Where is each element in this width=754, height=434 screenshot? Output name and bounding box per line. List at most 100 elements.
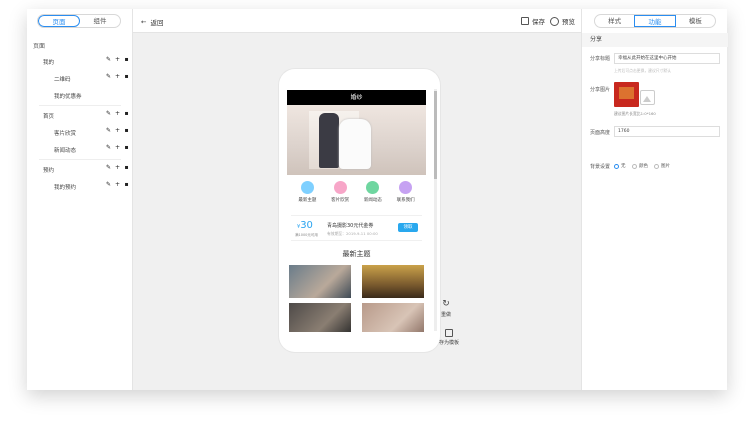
coupon-condition: 满1000元可用 [295, 233, 318, 237]
category-gallery[interactable]: 客片欣赏 [331, 181, 349, 213]
category-label: 新闻动态 [363, 198, 382, 203]
add-icon[interactable]: + [115, 111, 120, 117]
phone-scrollbar[interactable] [434, 89, 437, 331]
save-template-label: 存为模板 [439, 340, 460, 346]
category-label: 客片欣赏 [331, 198, 350, 203]
edit-icon[interactable]: ✎ [106, 128, 111, 134]
add-icon[interactable]: + [115, 74, 120, 80]
latest-grid [287, 259, 426, 332]
tree-item-label: 我的 [43, 60, 55, 66]
delete-icon[interactable]: ▪ [124, 145, 129, 151]
category-news[interactable]: 新闻动态 [364, 181, 382, 213]
category-latest[interactable]: 最新主题 [298, 181, 316, 213]
phone-preview: 婚纱 最新主题 客片欣赏 新闻动态 联系我们 ¥30 满1000元可用 青岛摄影… [279, 69, 440, 352]
category-label: 联系我们 [396, 198, 415, 203]
coupon-amount: ¥30 [297, 220, 313, 231]
delete-icon[interactable]: ▪ [124, 74, 129, 80]
image-placeholder-icon[interactable] [640, 90, 655, 105]
category-contact[interactable]: 联系我们 [397, 181, 415, 213]
delete-icon[interactable]: ▪ [124, 128, 129, 134]
share-image-label: 分享图片 [590, 87, 611, 93]
radio-icon [654, 163, 659, 169]
edit-icon[interactable]: ✎ [106, 165, 111, 171]
add-icon[interactable]: + [115, 128, 120, 134]
save-button[interactable]: 保存 [521, 16, 545, 26]
add-icon[interactable]: + [115, 145, 120, 151]
radio-icon [632, 163, 637, 169]
app-window: 页面 组件 页面 我的 ✎ + ▪ 二维码 ✎ + ▪ 我的优惠券 首页 ✎ + ▪ 客片欣… [27, 9, 728, 390]
add-icon[interactable]: + [115, 182, 120, 188]
theme-thumbnail[interactable] [289, 265, 351, 298]
template-icon [445, 329, 453, 337]
reset-button[interactable]: ↻ 重做 [441, 299, 451, 318]
delete-icon[interactable]: ▪ [124, 57, 129, 63]
back-label: 返回 [150, 19, 164, 27]
tree-item-home[interactable]: 首页 ✎ + ▪ [27, 107, 133, 124]
right-panel: 样式 功能 模板 分享 分享标题 幸福从此开始在这里中心开始 上传后可点击更换，… [581, 9, 728, 390]
bg-option-color[interactable]: 颜色 [632, 163, 648, 169]
tree-item-qrcode[interactable]: 二维码 ✎ + ▪ [27, 70, 133, 87]
tree-item-mine[interactable]: 我的 ✎ + ▪ [27, 53, 133, 70]
tab-style[interactable]: 样式 [595, 15, 634, 27]
edit-icon[interactable]: ✎ [106, 182, 111, 188]
tab-function[interactable]: 功能 [634, 15, 676, 27]
bg-option-image[interactable]: 图片 [654, 163, 670, 169]
tree-item-my-booking[interactable]: 我的预约 ✎ + ▪ [27, 178, 133, 195]
claim-coupon-button[interactable]: 领取 [398, 223, 418, 232]
refresh-icon: ↻ [442, 299, 450, 309]
left-panel: 页面 组件 页面 我的 ✎ + ▪ 二维码 ✎ + ▪ 我的优惠券 首页 ✎ + ▪ 客片欣… [27, 9, 133, 390]
edit-icon[interactable]: ✎ [106, 111, 111, 117]
tree-item-news[interactable]: 新闻动态 ✎ + ▪ [27, 141, 133, 158]
edit-icon[interactable]: ✎ [106, 74, 111, 80]
category-nav: 最新主题 客片欣赏 新闻动态 联系我们 [287, 175, 426, 213]
share-image-thumbnail[interactable] [614, 82, 639, 107]
theme-thumbnail[interactable] [362, 265, 424, 298]
delete-icon[interactable]: ▪ [124, 111, 129, 117]
bg-option-label: 图片 [661, 164, 670, 169]
scroll-thumb[interactable] [434, 91, 437, 179]
share-title-label: 分享标题 [590, 56, 611, 62]
tree-item-gallery[interactable]: 客片欣赏 ✎ + ▪ [27, 124, 133, 141]
tree-item-label: 客片欣赏 [54, 131, 77, 137]
tree-item-my-coupons[interactable]: 我的优惠券 [27, 87, 133, 104]
add-icon[interactable]: + [115, 165, 120, 171]
bg-option-none[interactable]: 无 [614, 163, 626, 169]
gear-icon [550, 16, 559, 26]
save-template-button[interactable]: 存为模板 [439, 329, 459, 346]
share-image-emblem [619, 87, 634, 99]
save-icon [521, 17, 529, 25]
coupon-card: ¥30 满1000元可用 青岛摄影30元代金券 有效期至：2019-9-11 0… [291, 215, 422, 241]
edit-icon[interactable]: ✎ [106, 57, 111, 63]
page-height-input[interactable]: 1760 [614, 126, 720, 137]
left-section-title: 页面 [33, 43, 46, 50]
delete-icon[interactable]: ▪ [124, 182, 129, 188]
tree-item-booking[interactable]: 预约 ✎ + ▪ [27, 161, 133, 178]
theme-thumbnail[interactable] [362, 303, 424, 332]
share-title-input[interactable]: 幸福从此开始在这里中心开始 [614, 53, 720, 64]
back-button[interactable]: ← 返回 [141, 17, 163, 27]
tree-item-label: 二维码 [54, 77, 71, 83]
news-icon [366, 181, 380, 194]
coupon-amount-value: 30 [300, 220, 313, 231]
tab-pages[interactable]: 页面 [38, 15, 80, 27]
divider [39, 105, 121, 106]
bg-option-label: 颜色 [639, 164, 648, 169]
gallery-icon [333, 181, 347, 194]
tab-template[interactable]: 模板 [676, 15, 715, 27]
theme-thumbnail[interactable] [289, 303, 351, 332]
left-tab-switch: 页面 组件 [37, 14, 121, 28]
banner-image[interactable] [287, 105, 426, 175]
divider [39, 159, 121, 160]
delete-icon[interactable]: ▪ [124, 165, 129, 171]
tree-item-label: 新闻动态 [54, 148, 77, 154]
tab-components[interactable]: 组件 [80, 15, 120, 27]
page-tree: 我的 ✎ + ▪ 二维码 ✎ + ▪ 我的优惠券 首页 ✎ + ▪ 客片欣赏 ✎ + ▪ 新闻动… [27, 53, 133, 195]
add-icon[interactable]: + [115, 57, 120, 63]
background-label: 背景设置 [590, 164, 611, 170]
radio-selected-icon [614, 163, 619, 169]
share-section-title: 分享 [582, 33, 728, 47]
banner-bride [339, 119, 371, 169]
edit-icon[interactable]: ✎ [106, 145, 111, 151]
preview-button[interactable]: 预览 [550, 16, 575, 26]
top-toolbar: ← 返回 保存 预览 [133, 9, 581, 33]
